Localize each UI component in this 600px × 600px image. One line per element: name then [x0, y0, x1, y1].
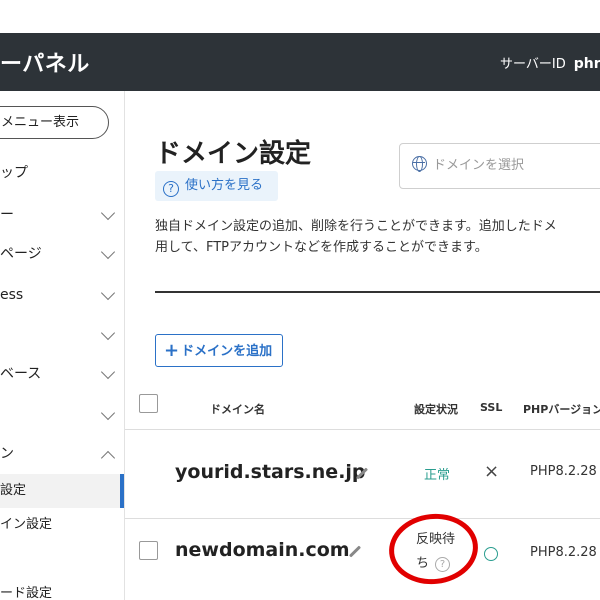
sidebar-item-database[interactable]: ベース [0, 359, 124, 389]
php-version: PHP8.2.28 [530, 464, 597, 479]
panel-brand: ーパネル [0, 52, 90, 77]
status-badge: 正常 [424, 468, 451, 483]
add-domain-button[interactable]: + ドメインを追加 [155, 334, 283, 367]
menu-toggle-button[interactable]: メニュー表示 [0, 106, 109, 139]
php-version: PHP8.2.28 [530, 545, 597, 560]
globe-icon [412, 156, 427, 172]
page-description: 独自ドメイン設定の追加、削除を行うことができます。追加したドメ 用して、FTPア… [155, 216, 600, 258]
plus-icon: + [164, 340, 180, 361]
sidebar-subitem-record-settings[interactable]: ード設定 [0, 577, 124, 600]
column-header-status: 設定状況 [414, 403, 458, 416]
sidebar-item-wordpress[interactable]: ess [0, 280, 124, 310]
column-header-domain: ドメイン名 [210, 403, 265, 416]
chevron-down-icon [100, 364, 116, 380]
chevron-down-icon [100, 285, 116, 301]
page: ーパネル サーバーID phri メニュー表示 ップ ー ページ ess ベース [0, 0, 600, 600]
table-row: newdomain.com 反映待 ち? PHP8.2.28 [125, 519, 600, 600]
server-id-display: サーバーID phri [500, 53, 600, 72]
sidebar-item-server[interactable]: ー [0, 200, 124, 230]
column-header-php: PHPバージョン [523, 403, 600, 416]
help-circle-icon: ? [163, 181, 179, 197]
chevron-up-icon [100, 450, 116, 466]
sidebar-item-top[interactable]: ップ [0, 158, 124, 188]
sidebar-item-homepage[interactable]: ページ [0, 239, 124, 269]
sidebar-subitem-label: ード設定 [0, 586, 53, 600]
sidebar-subitem-subdomain-settings[interactable]: イン設定 [0, 508, 124, 542]
sidebar-item-label: ページ [0, 246, 42, 262]
table-header: ドメイン名 設定状況 SSL PHPバージョン [125, 390, 600, 430]
sidebar-item-label: ップ [0, 165, 28, 181]
description-line: 用して、FTPアカウントなどを作成することができます。 [155, 240, 488, 255]
chevron-down-icon [100, 405, 116, 421]
description-line: 独自ドメイン設定の追加、削除を行うことができます。追加したドメ [155, 219, 557, 234]
domain-select[interactable]: ドメインを選択 [399, 143, 600, 189]
sidebar-item-domain[interactable]: ン [0, 439, 124, 469]
sidebar-item-4[interactable] [0, 320, 124, 350]
chevron-down-icon [100, 244, 116, 260]
server-id-label: サーバーID [500, 57, 566, 72]
chevron-down-icon [100, 325, 116, 341]
sidebar-subitem-label: 設定 [0, 483, 27, 498]
row-checkbox[interactable] [139, 541, 158, 560]
sidebar-item-6[interactable] [0, 400, 124, 430]
select-all-checkbox[interactable] [139, 394, 158, 413]
add-domain-label: ドメインを追加 [181, 344, 273, 359]
section-divider [155, 291, 600, 293]
sidebar-item-label: ー [0, 207, 14, 223]
sidebar-subitem-domain-settings[interactable]: 設定 [0, 474, 124, 508]
domain-name: newdomain.com [175, 539, 350, 561]
chevron-down-icon [100, 205, 116, 221]
column-header-ssl: SSL [480, 401, 503, 414]
page-title: ドメイン設定 [155, 139, 312, 169]
domain-name: yourid.stars.ne.jp [175, 461, 366, 483]
sidebar-subitem-label: イン設定 [0, 517, 53, 532]
domain-select-placeholder: ドメインを選択 [433, 158, 525, 173]
server-id-value: phri [573, 56, 600, 72]
sidebar-item-label: ベース [0, 366, 42, 382]
sidebar-item-label: ン [0, 446, 14, 462]
top-header: ーパネル サーバーID phri [0, 33, 600, 91]
ssl-pending-icon [484, 547, 498, 561]
table-row: yourid.stars.ne.jp 正常 × PHP8.2.28 [125, 431, 600, 519]
sidebar-item-label: ess [0, 287, 24, 303]
sidebar: メニュー表示 ップ ー ページ ess ベース ン 設定 イン設定 ード設定 [0, 91, 125, 600]
pencil-icon[interactable] [348, 545, 362, 558]
how-to-link[interactable]: ? 使い方を見る [155, 171, 278, 201]
how-to-label: 使い方を見る [185, 178, 264, 193]
ssl-off-icon: × [484, 461, 500, 482]
